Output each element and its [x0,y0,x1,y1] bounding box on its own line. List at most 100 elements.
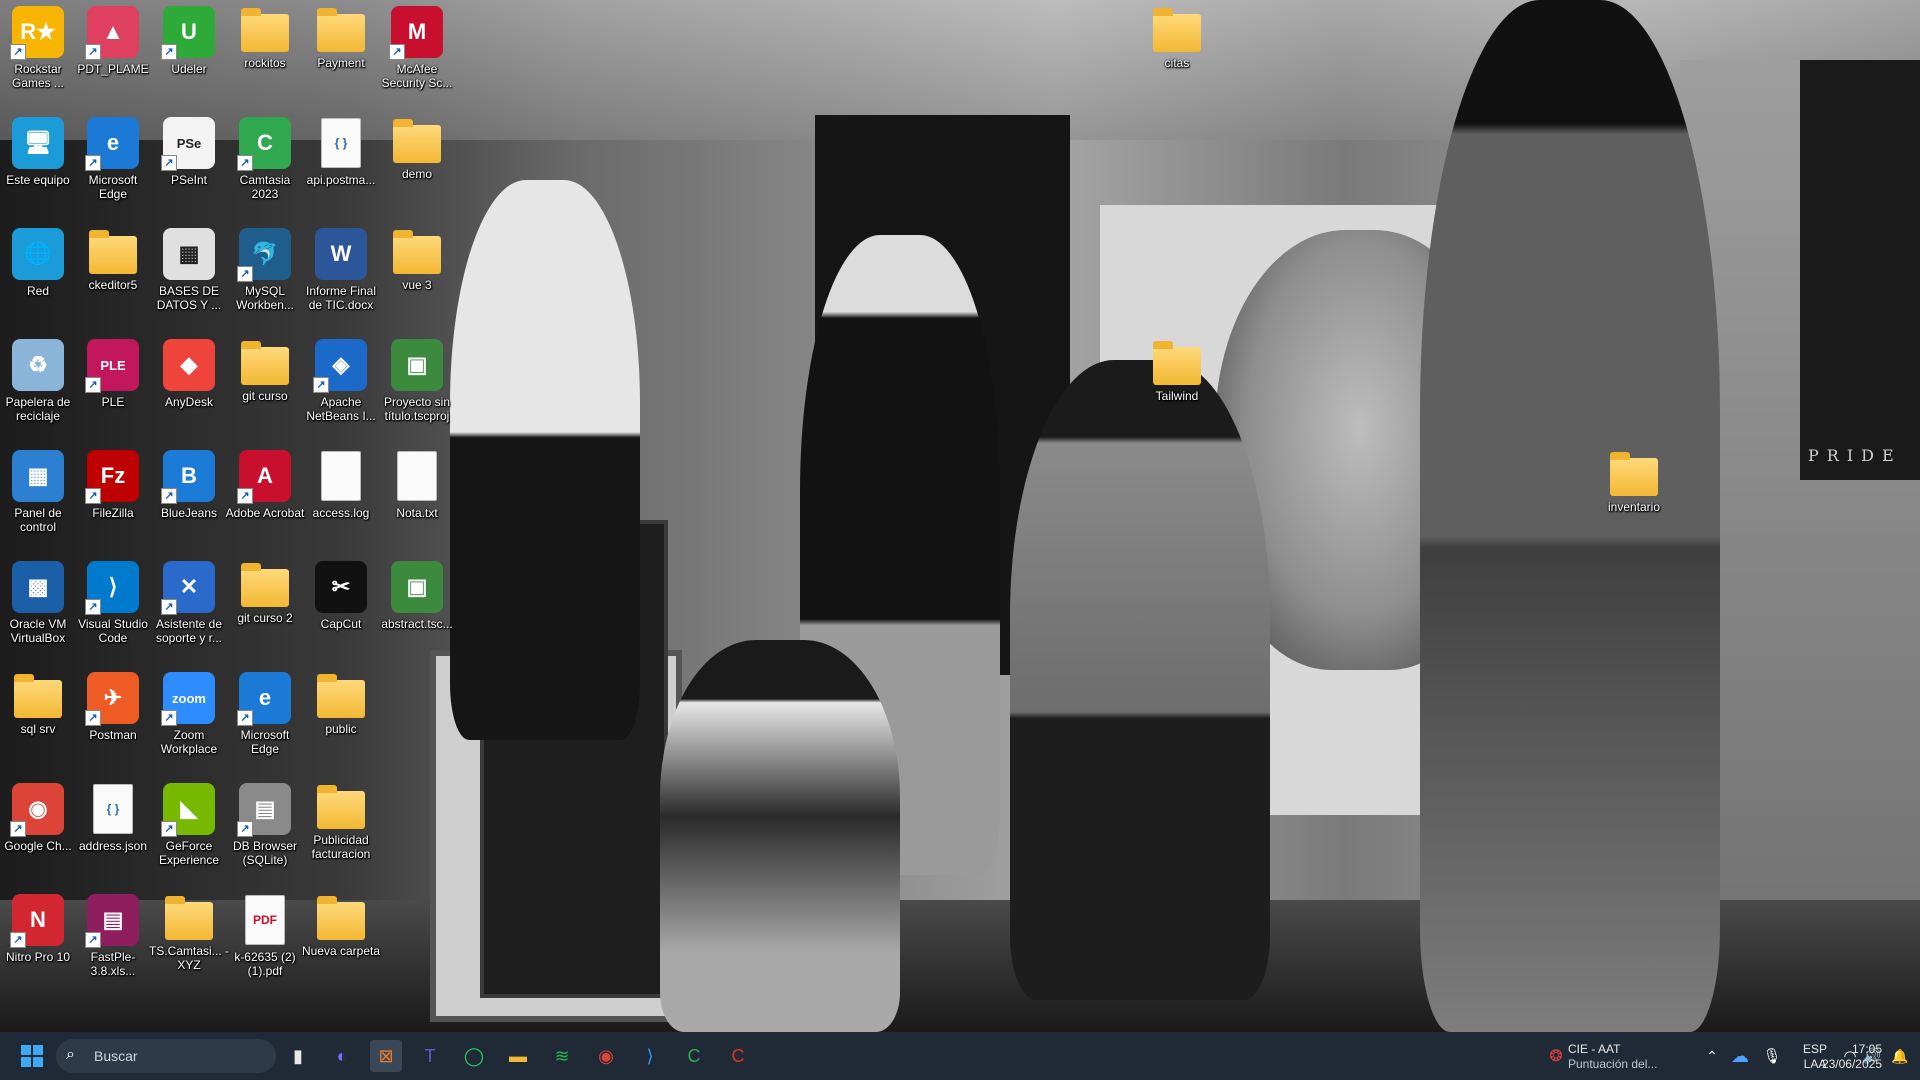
desktop-icon-zoom-workplace[interactable]: zoomZoom Workplace [151,666,227,774]
desktop-icon-label: api.postma... [306,173,376,187]
desktop-icon-nitro-pro-10[interactable]: N Nitro Pro 10 [0,888,76,996]
desktop-icon-papelera-de-reciclaje[interactable]: ♻ Papelera de reciclaje [0,333,76,441]
desktop-icon-capcut[interactable]: ✂ CapCut [303,555,379,663]
desktop-icon-publicidad-facturacion[interactable]: Publicidad facturacion [303,777,379,885]
wallpaper-person [1420,0,1720,1032]
desktop-icon-label: Asistente de soporte y r... [155,617,223,645]
desktop-icon-git-curso-2[interactable]: git curso 2 [227,555,303,663]
desktop-icon-proyecto-sin-t-tulo-tscproj[interactable]: ▣ Proyecto sin título.tscproj [379,333,455,441]
desktop-icon-label: Nueva carpeta [301,944,381,958]
app-icon: 🌐 [12,228,64,280]
desktop-icon-apache-netbeans-i[interactable]: ◈Apache NetBeans I... [303,333,379,441]
wallpaper-poster-text: PRIDE [1808,446,1902,465]
desktop-icon-red[interactable]: 🌐 Red [0,222,76,330]
folder-icon [241,8,289,52]
desktop-icon-pdt-plame[interactable]: ▲ PDT_PLAME [75,0,151,108]
app-icon: ▦ [163,228,215,280]
desktop-icon-mcafee-security-sc[interactable]: MMcAfee Security Sc... [379,0,455,108]
desktop-icon-ckeditor5[interactable]: ckeditor5 [75,222,151,330]
desktop-icon-fastple-3-8-xls[interactable]: ▤FastPle-3.8.xls... [75,888,151,996]
desktop-icon-public[interactable]: public [303,666,379,774]
app-icon: ▦ [12,450,64,502]
app-icon: C [237,117,291,171]
desktop-icon-abstract-tsc[interactable]: ▣ abstract.tsc... [379,555,455,663]
desktop-icon-rockstar-games[interactable]: R★Rockstar Games ... [0,0,76,108]
task-view-icon[interactable]: ▮ [282,1040,314,1072]
app-pinned-icon[interactable]: ⊠ [370,1040,402,1072]
desktop-icon-label: Papelera de reciclaje [5,395,71,423]
desktop-icon-label: vue 3 [402,278,432,292]
desktop-icon-address-json[interactable]: { } address.json [75,777,151,885]
desktop-icon-citas[interactable]: citas [1139,0,1215,108]
desktop-icon-bluejeans[interactable]: B BlueJeans [151,444,227,552]
vscode-icon[interactable]: ⟩ [634,1040,666,1072]
onedrive-icon[interactable]: ☁ [1724,1040,1756,1072]
desktop-icon-adobe-acrobat[interactable]: A Adobe Acrobat [226,444,304,552]
desktop-icon-camtasia-2023[interactable]: CCamtasia 2023 [227,111,303,219]
language-indicator-top[interactable]: ESP [1800,1042,1830,1056]
desktop-icon-geforce-experience[interactable]: ◣GeForce Experience [151,777,227,885]
folder-icon [317,785,365,829]
desktop-icon-anydesk[interactable]: ◆ AnyDesk [151,333,227,441]
desktop-icon-google-ch[interactable]: ◉ Google Ch... [0,777,76,885]
desktop-icon-informe-final-de-tic-docx[interactable]: W Informe Final de TIC.docx [303,222,379,330]
copilot-icon[interactable]: ◐ [326,1040,358,1072]
desktop-icon-tailwind[interactable]: Tailwind [1139,333,1215,441]
desktop-icon-label: AnyDesk [164,395,214,409]
notification-subtitle[interactable]: Puntuación del... [1568,1057,1657,1071]
teams-icon[interactable]: T [414,1040,446,1072]
desktop-icon-bases-de-datos-y[interactable]: ▦ BASES DE DATOS Y ... [151,222,227,330]
app-icon: 🐬 [237,228,291,282]
camtasia-icon[interactable]: C [678,1040,710,1072]
desktop-icon-k-62635-2-1-pdf[interactable]: PDF k-62635 (2) (1).pdf [227,888,303,996]
system-tray: ❂ CIE - AAT Puntuación del... ⌃ ☁ 🎙 ESP … [1500,1032,1920,1080]
desktop-icon-payment[interactable]: Payment [303,0,379,108]
desktop-icon-oracle-vm-virtualbox[interactable]: ▩ Oracle VM VirtualBox [0,555,76,663]
desktop-icon-sql-srv[interactable]: sql srv [0,666,76,774]
desktop-icon-label: DB Browser (SQLite) [232,839,297,867]
desktop-icon-git-curso[interactable]: git curso [227,333,303,441]
document-icon [391,450,443,502]
desktop-icon-panel-de-control[interactable]: ▦ Panel de control [0,444,76,552]
file-explorer-icon[interactable]: ▬ [502,1040,534,1072]
desktop-icon-este-equipo[interactable]: 🖥 Este equipo [0,111,76,219]
desktop-icon-ple[interactable]: PLE PLE [75,333,151,441]
desktop-icon-microsoft-edge[interactable]: eMicrosoft Edge [75,111,151,219]
desktop-icon-access-log[interactable]: access.log [303,444,379,552]
taskbar-search-box[interactable]: ⌕ Buscar [56,1039,276,1073]
desktop-icon-ts-camtasi-xyz[interactable]: TS.Camtasi... - XYZ [149,888,229,996]
clock-time[interactable]: 17:05 [1852,1042,1882,1056]
notifications-bell-icon[interactable]: 🔔 [1884,1040,1916,1072]
desktop-icon-filezilla[interactable]: Fz FileZilla [75,444,151,552]
desktop-icon-vue-3[interactable]: vue 3 [379,222,455,330]
spotify-icon[interactable]: ≋ [546,1040,578,1072]
desktop-icon-label: git curso 2 [237,611,293,625]
desktop-icon-udeler[interactable]: U Udeler [151,0,227,108]
desktop-icon-db-browser-sqlite[interactable]: ▤DB Browser (SQLite) [227,777,303,885]
desktop-icon-pseint[interactable]: PSe PSeInt [151,111,227,219]
app-icon: ◣ [161,783,215,837]
desktop-icon-visual-studio-code[interactable]: ⟩Visual Studio Code [75,555,151,663]
desktop-icon-mysql-workben[interactable]: 🐬MySQL Workben... [227,222,303,330]
desktop-icon-demo[interactable]: demo [379,111,455,219]
clock-date[interactable]: 23/06/2025 [1822,1057,1882,1071]
desktop-icon-api-postma[interactable]: { } api.postma... [303,111,379,219]
chrome-icon[interactable]: ◉ [590,1040,622,1072]
notification-title[interactable]: CIE - AAT [1568,1042,1620,1056]
desktop-icon-nueva-carpeta[interactable]: Nueva carpeta [301,888,381,996]
desktop-icon-nota-txt[interactable]: Nota.txt [379,444,455,552]
desktop-icon-asistente-de-soporte-y-r[interactable]: ✕Asistente de soporte y r... [151,555,227,663]
app-icon: Fz [85,450,139,504]
desktop-icon-label: Proyecto sin título.tscproj [383,395,451,423]
whatsapp-icon[interactable]: ◯ [458,1040,490,1072]
desktop-icon-microsoft-edge[interactable]: eMicrosoft Edge [227,666,303,774]
camtasia-recorder-icon[interactable]: C [722,1040,754,1072]
desktop-icon-label: Panel de control [14,506,62,534]
desktop-icon-postman[interactable]: ✈ Postman [75,666,151,774]
app-icon: ♻ [12,339,64,391]
desktop-icon-inventario[interactable]: inventario [1596,444,1672,552]
desktop-icon-rockitos[interactable]: rockitos [227,0,303,108]
windows-start-icon[interactable] [16,1040,48,1072]
desktop-icon-label: Zoom Workplace [160,728,218,756]
microphone-icon[interactable]: 🎙 [1756,1040,1788,1072]
